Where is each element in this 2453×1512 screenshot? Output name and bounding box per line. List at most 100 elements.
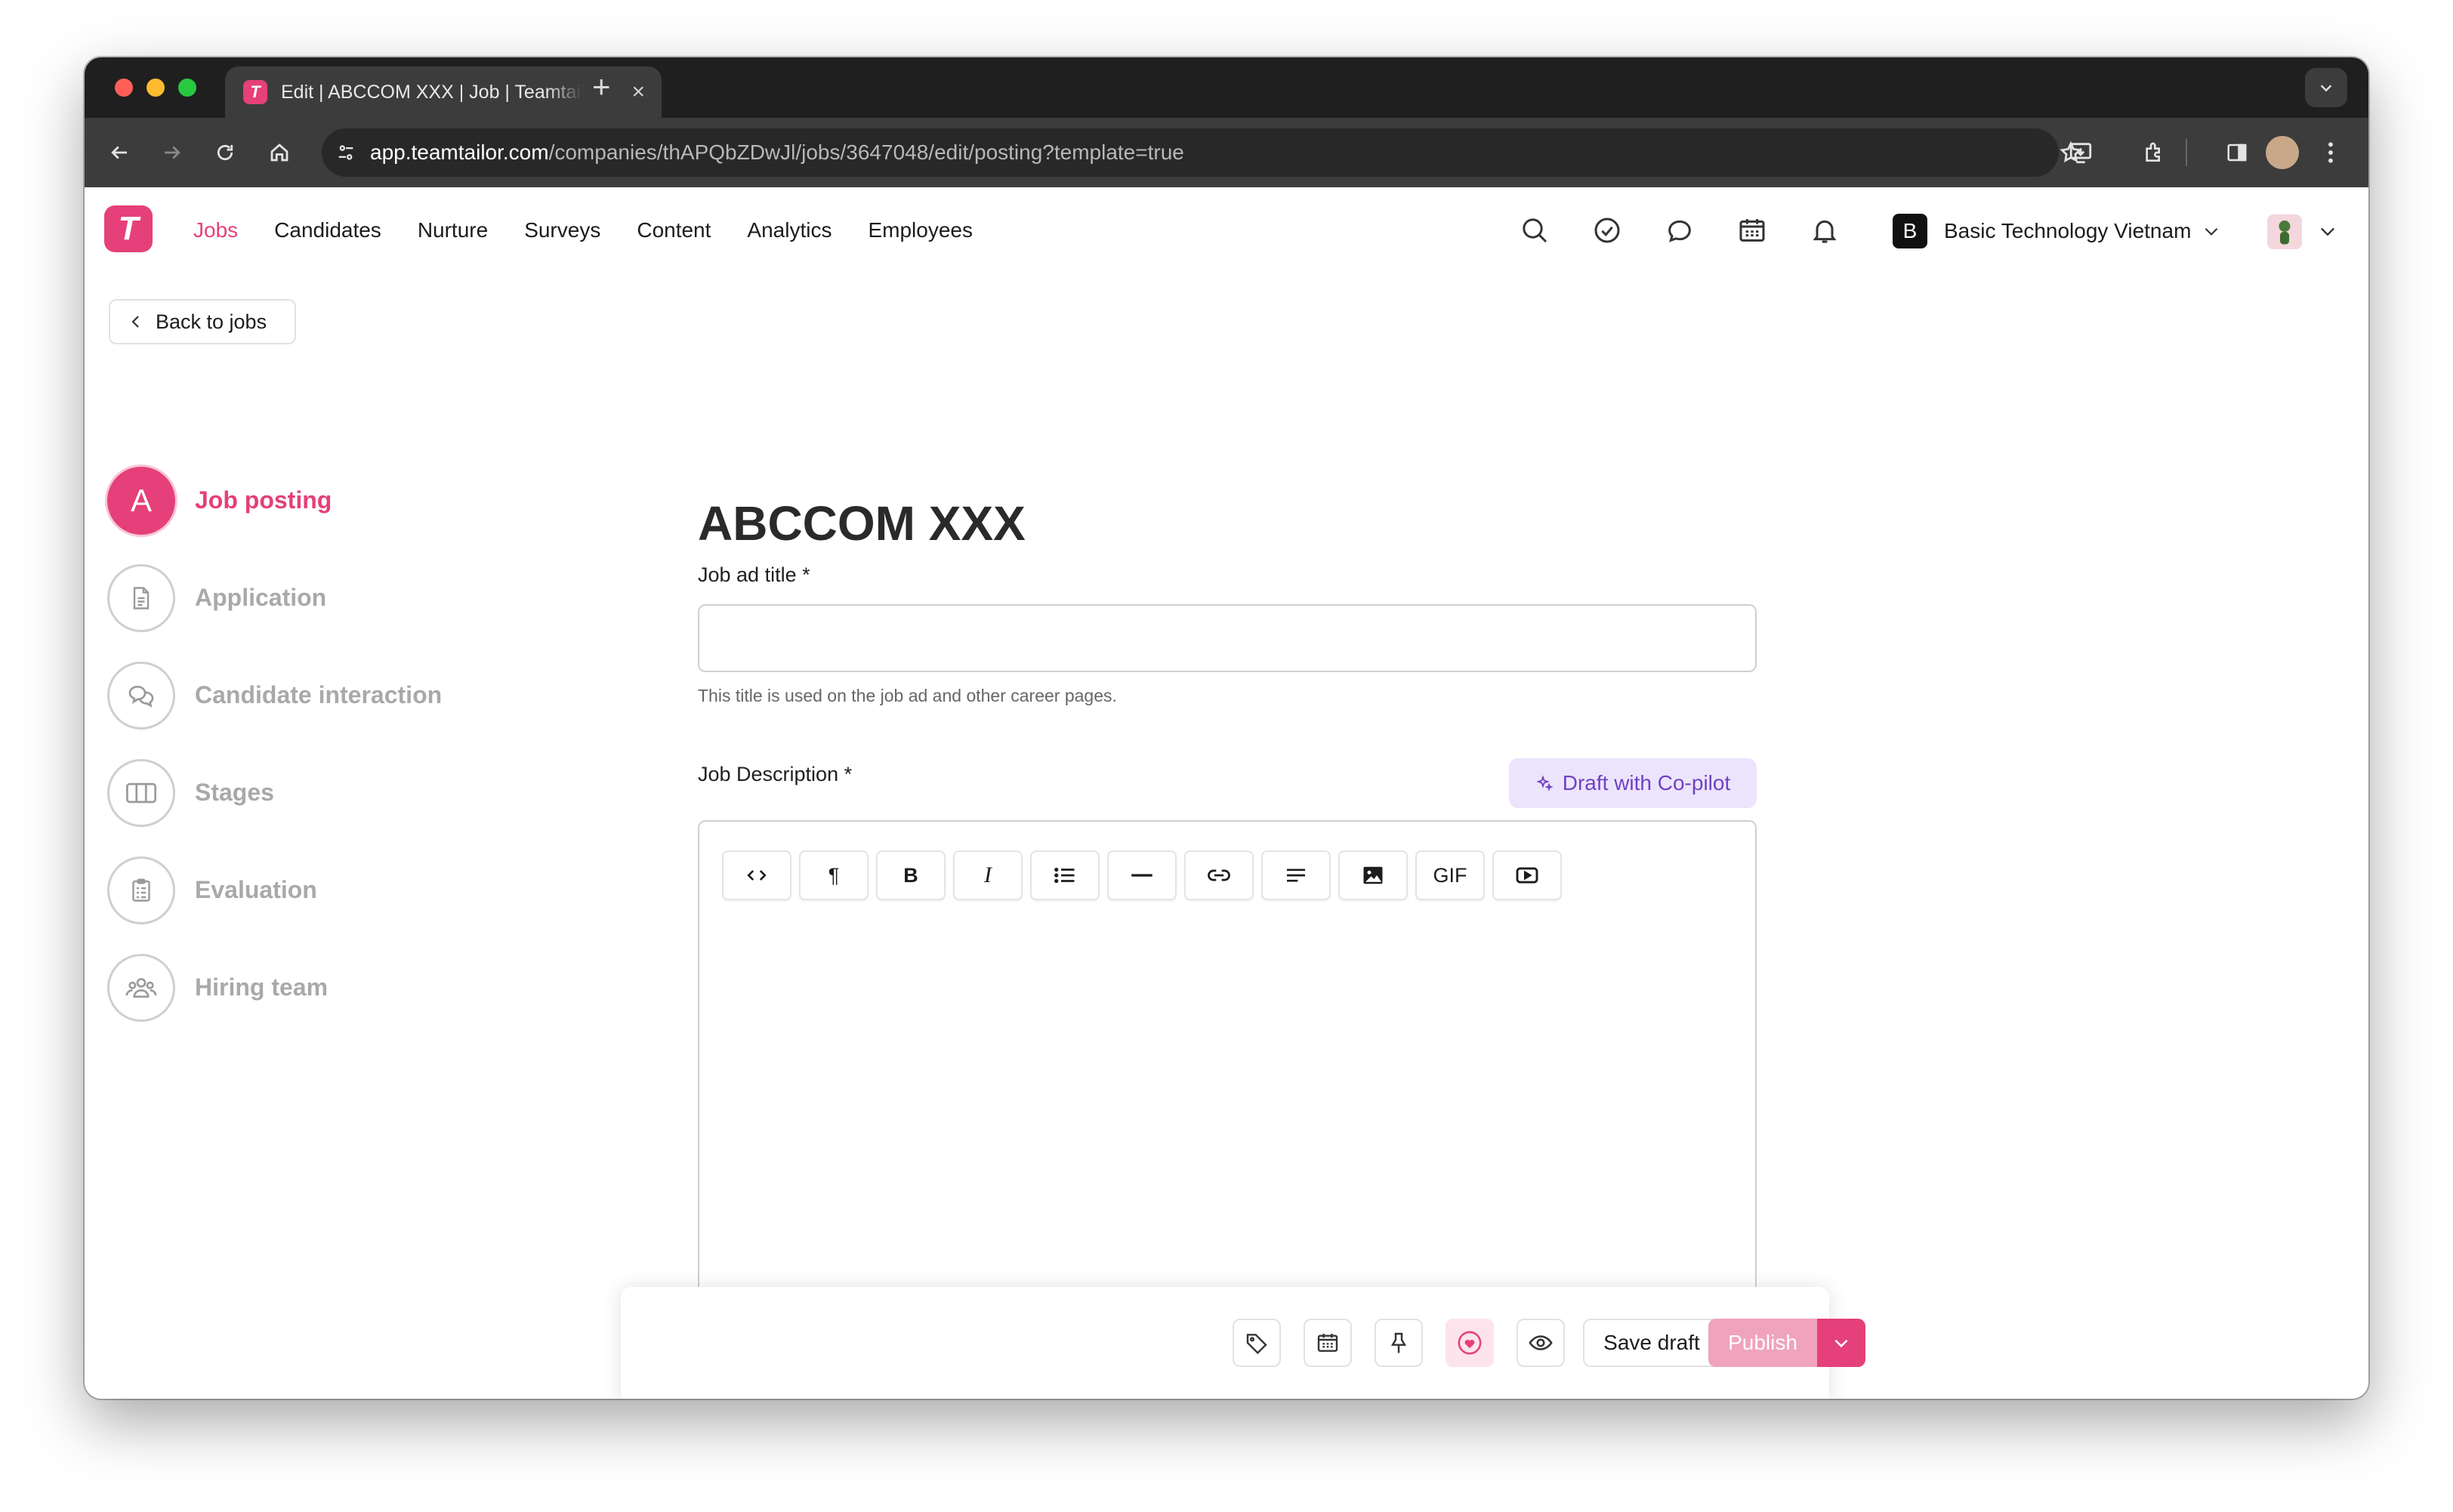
tab-strip: T Edit | ABCCOM XXX | Job | Teamtailor ×…: [85, 57, 2368, 118]
back-to-jobs-label: Back to jobs: [156, 310, 267, 333]
nav-item-nurture[interactable]: Nurture: [418, 218, 488, 242]
sparkle-icon: [1535, 774, 1554, 792]
step-badge-a: A: [107, 466, 175, 535]
header-icons: [1518, 187, 1841, 273]
nav-item-jobs[interactable]: Jobs: [193, 218, 238, 242]
image-icon[interactable]: [1338, 850, 1408, 900]
back-arrow-icon[interactable]: [104, 137, 134, 168]
company-switcher[interactable]: B Basic Technology Vietnam: [1893, 213, 2221, 249]
check-circle-icon[interactable]: [1591, 214, 1624, 247]
chevron-left-icon: [127, 313, 145, 331]
copilot-label: Draft with Co-pilot: [1562, 771, 1731, 795]
eye-icon[interactable]: [1517, 1319, 1565, 1367]
step-candidate-interaction[interactable]: Candidate interaction: [107, 646, 442, 744]
tab-title: Edit | ABCCOM XXX | Job | Teamtailor: [281, 81, 583, 103]
job-ad-title-input[interactable]: [698, 604, 1757, 672]
step-label: Stages: [195, 779, 274, 806]
gif-button[interactable]: GIF: [1415, 850, 1485, 900]
columns-icon: [107, 758, 175, 827]
teamtailor-logo[interactable]: T: [104, 205, 153, 252]
team-icon: [107, 953, 175, 1022]
browser-menu-icon[interactable]: [2316, 137, 2346, 168]
job-description-label: Job Description *: [698, 763, 853, 785]
profile-avatar[interactable]: [2266, 136, 2299, 169]
user-menu-chevron-icon[interactable]: [2317, 221, 2338, 242]
url-text: app.teamtailor.com/companies/thAPQbZDwJl…: [370, 140, 1184, 165]
reload-icon[interactable]: [210, 137, 240, 168]
company-badge: B: [1893, 214, 1927, 248]
url-host: app.teamtailor.com: [370, 140, 549, 164]
code-icon[interactable]: [722, 850, 791, 900]
chat-icon[interactable]: [1663, 214, 1696, 247]
bold-button[interactable]: B: [876, 850, 946, 900]
step-evaluation[interactable]: Evaluation: [107, 841, 442, 939]
heart-icon[interactable]: [1446, 1319, 1494, 1367]
link-icon[interactable]: [1184, 850, 1254, 900]
app-header: T Jobs Candidates Nurture Surveys Conten…: [85, 187, 2368, 273]
draft-with-copilot-button[interactable]: Draft with Co-pilot: [1509, 758, 1757, 808]
editor-toolbar: ¶ B I GIF: [722, 850, 1562, 900]
maximize-window-button[interactable]: [178, 79, 196, 97]
step-label: Evaluation: [195, 876, 317, 903]
close-window-button[interactable]: [115, 79, 133, 97]
publish-button[interactable]: Publish: [1708, 1319, 1817, 1367]
step-job-posting[interactable]: A Job posting: [107, 452, 442, 549]
bell-icon[interactable]: [1808, 214, 1841, 247]
horizontal-rule-icon[interactable]: [1107, 850, 1177, 900]
nav-item-employees[interactable]: Employees: [868, 218, 973, 242]
step-label: Job posting: [195, 486, 332, 514]
search-icon[interactable]: [1518, 214, 1551, 247]
nav-item-content[interactable]: Content: [637, 218, 711, 242]
step-stages[interactable]: Stages: [107, 744, 442, 841]
minimize-window-button[interactable]: [147, 79, 165, 97]
extensions-icon[interactable]: [2139, 137, 2169, 168]
step-application[interactable]: Application: [107, 549, 442, 646]
job-ad-title-label: Job ad title *: [698, 563, 810, 586]
address-bar[interactable]: app.teamtailor.com/companies/thAPQbZDwJl…: [322, 128, 2092, 177]
nav-item-candidates[interactable]: Candidates: [274, 218, 381, 242]
steps-nav: A Job posting Application Candidate inte…: [107, 452, 442, 1036]
step-label: Application: [195, 584, 327, 611]
url-path: /companies/thAPQbZDwJl/jobs/3647048/edit…: [548, 140, 1184, 164]
tab-search-button[interactable]: [2305, 68, 2347, 107]
back-to-jobs-button[interactable]: Back to jobs: [109, 299, 296, 344]
chat-bubbles-icon: [107, 661, 175, 730]
clipboard-icon: [107, 856, 175, 924]
window-controls: [115, 79, 196, 97]
browser-toolbar: app.teamtailor.com/companies/thAPQbZDwJl…: [85, 118, 2368, 187]
side-panel-icon[interactable]: [2222, 137, 2252, 168]
step-label: Candidate interaction: [195, 681, 443, 708]
pin-icon[interactable]: [1375, 1319, 1423, 1367]
bullet-list-icon[interactable]: [1030, 850, 1100, 900]
align-icon[interactable]: [1261, 850, 1331, 900]
action-bar: Save draft Publish: [621, 1287, 1865, 1399]
save-draft-button[interactable]: Save draft: [1583, 1319, 1720, 1367]
main-nav: Jobs Candidates Nurture Surveys Content …: [193, 187, 973, 273]
page-title: ABCCOM XXX: [698, 496, 1026, 551]
calendar-icon[interactable]: [1304, 1319, 1352, 1367]
nav-item-surveys[interactable]: Surveys: [524, 218, 600, 242]
home-icon[interactable]: [264, 137, 295, 168]
tab-close-icon[interactable]: ×: [631, 79, 645, 105]
publish-options-chevron-icon[interactable]: [1817, 1319, 1865, 1367]
nav-item-analytics[interactable]: Analytics: [747, 218, 832, 242]
bookmark-star-icon[interactable]: [2056, 137, 2086, 168]
tag-icon[interactable]: [1233, 1319, 1281, 1367]
video-icon[interactable]: [1492, 850, 1562, 900]
calendar-icon[interactable]: [1736, 214, 1769, 247]
toolbar-divider: [2186, 139, 2187, 166]
browser-window: T Edit | ABCCOM XXX | Job | Teamtailor ×…: [85, 57, 2368, 1399]
document-icon: [107, 563, 175, 632]
paragraph-icon[interactable]: ¶: [799, 850, 869, 900]
step-hiring-team[interactable]: Hiring team: [107, 939, 442, 1036]
user-avatar[interactable]: [2267, 214, 2302, 249]
job-ad-title-hint: This title is used on the job ad and oth…: [698, 686, 1117, 705]
company-name: Basic Technology Vietnam: [1944, 219, 2192, 242]
tab-favicon: T: [243, 80, 267, 104]
step-label: Hiring team: [195, 974, 329, 1001]
chevron-down-icon: [2202, 221, 2221, 241]
forward-arrow-icon[interactable]: [157, 137, 187, 168]
site-settings-icon[interactable]: [335, 142, 356, 163]
new-tab-button[interactable]: +: [592, 71, 611, 103]
italic-button[interactable]: I: [953, 850, 1023, 900]
